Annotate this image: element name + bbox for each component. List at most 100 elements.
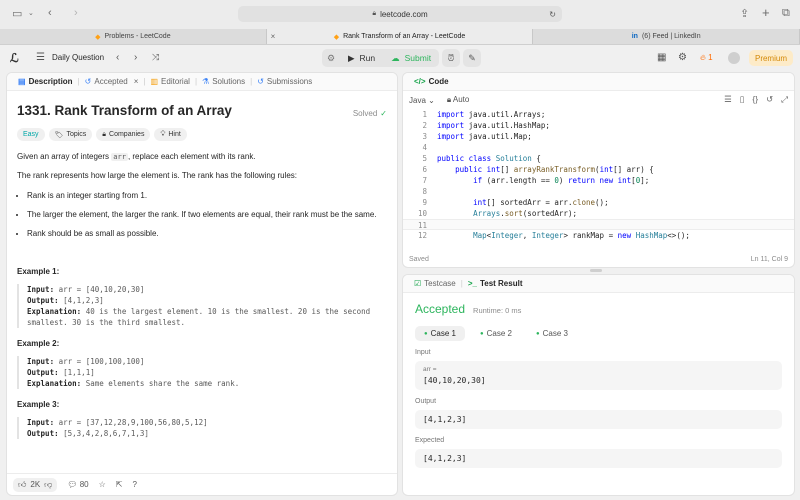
hint-tag[interactable]: 💡︎ Hint (154, 128, 187, 141)
browser-tab-linkedin[interactable]: in (6) Feed | LinkedIn (533, 29, 800, 44)
input-value: arr = [100,100,100] (58, 357, 145, 366)
shuffle-icon[interactable]: ⤨ (152, 52, 159, 63)
browser-tab-problems[interactable]: ◆ Problems - LeetCode (0, 29, 267, 44)
close-tab-icon[interactable]: × (271, 32, 276, 41)
tab-editorial[interactable]: ▥ Editorial (145, 77, 194, 86)
fullscreen-icon[interactable]: ⤢ (781, 94, 788, 105)
favorite-star-icon[interactable]: ☆ (99, 480, 106, 489)
tab-solutions[interactable]: ⚗ Solutions (197, 77, 250, 86)
submit-label: Submit (404, 53, 432, 63)
tag-icon: 🏷︎ (54, 131, 64, 139)
expected-value: [4,1,2,3] (423, 454, 467, 463)
auto-mode-toggle[interactable]: 🔒︎ Auto (447, 95, 470, 105)
thumbs-down-icon[interactable]: 👎︎ (44, 480, 52, 490)
chevron-down-icon[interactable]: ⌄ (28, 9, 34, 17)
case-tab-3[interactable]: ● Case 3 (527, 326, 577, 341)
example-box: Input: arr = [100,100,100] Output: [1,1,… (17, 356, 387, 389)
tab-submissions[interactable]: ↺ Submissions (252, 77, 317, 86)
description-panel: ▤ Description | ↺ Accepted × | ▥ Editorial |… (6, 72, 398, 496)
input-value: arr = [37,12,28,9,100,56,80,5,12] (58, 418, 208, 427)
run-button[interactable]: ▶ Run (340, 53, 383, 64)
address-bar[interactable]: 🔒︎ leetcode.com ↻ (238, 6, 562, 22)
tab-testcase[interactable]: ☑ Testcase (409, 279, 461, 288)
problem-list-icon[interactable]: ☰ (36, 52, 45, 63)
tab-overview-icon[interactable]: ⧉ (782, 7, 790, 20)
book-icon: ▥ (150, 77, 159, 86)
example-1: Example 1: Input: arr = [40,10,20,30] Ou… (17, 267, 387, 328)
runtime-label: Runtime: 0 ms (473, 306, 522, 315)
layout-icon[interactable]: ▦ (657, 52, 666, 63)
avatar[interactable] (728, 52, 740, 64)
code-line: 10 Arrays.sort(sortedArr); (417, 209, 577, 218)
premium-button[interactable]: Premium (749, 50, 793, 66)
code-icon: </> (414, 77, 426, 86)
browser-tab-rank-transform[interactable]: × ◆ Rank Transform of an Array - LeetCod… (266, 29, 534, 44)
problem-title[interactable]: 1331. Rank Transform of an Array (17, 103, 387, 118)
tab-description[interactable]: ▤ Description (13, 77, 78, 86)
comments-button[interactable]: 💬︎ 80 (67, 480, 88, 489)
format-icon[interactable]: ☰ (724, 94, 732, 105)
linkedin-favicon-icon: in (631, 33, 638, 40)
tab-test-result[interactable]: >_ Test Result (463, 279, 528, 288)
timer-button[interactable]: ⏰︎ (442, 49, 460, 67)
braces-icon[interactable]: {} (752, 94, 758, 105)
resize-handle[interactable] (590, 269, 602, 272)
companies-tag[interactable]: 🔒︎ Companies (96, 128, 151, 141)
new-tab-icon[interactable]: + (762, 5, 770, 20)
help-icon[interactable]: ? (132, 480, 136, 489)
streak-counter[interactable]: 🔥︎ 1 (700, 53, 713, 63)
case-tab-1[interactable]: ● Case 1 (415, 326, 465, 341)
tab-code[interactable]: </> Code (409, 77, 454, 86)
thumbs-up-icon[interactable]: 👍︎ (18, 480, 26, 490)
output-value: [4,1,2,3] (423, 415, 467, 424)
code-editor[interactable]: 1 import java.util.Arrays; 2 import java.u… (403, 109, 794, 240)
rule-item: The larger the element, the larger the r… (27, 209, 387, 221)
prev-problem-icon[interactable]: ‹ (116, 52, 119, 63)
pass-dot-icon: ● (424, 330, 428, 337)
example-title: Example 2: (17, 339, 60, 348)
history-icon: ↺ (84, 77, 92, 86)
settings-icon[interactable]: ⚙ (678, 52, 687, 63)
alarm-icon: ⏰︎ (447, 52, 455, 63)
code-line: 4 (422, 143, 427, 152)
solved-label: Solved (352, 109, 378, 118)
code-panel: </> Code Java ⌄ 🔒︎ Auto ☰ ▯ {} ↺ ⤢ 1 impor… (402, 72, 795, 268)
output-value: [5,3,4,2,8,6,7,1,3] (63, 429, 149, 438)
share-icon[interactable]: ⇱ (116, 480, 123, 489)
tag-label: Hint (168, 131, 181, 138)
notes-button[interactable]: ✎ (463, 49, 481, 67)
daily-question-link[interactable]: Daily Question (52, 53, 104, 62)
sidebar-toggle-icon[interactable]: ▭ (12, 7, 22, 20)
back-icon[interactable]: ‹ (48, 7, 52, 19)
code-line: 5 public class Solution { (422, 154, 541, 163)
rules-list: Rank is an integer starting from 1. The … (27, 190, 387, 240)
bookmark-icon[interactable]: ▯ (740, 94, 745, 105)
reset-icon[interactable]: ↺ (766, 94, 773, 105)
submit-button[interactable]: ☁ Submit (383, 53, 439, 64)
check-circle-icon: ✓ (380, 109, 387, 118)
lock-icon: 🔒︎ (102, 130, 107, 138)
next-problem-icon[interactable]: › (134, 52, 137, 63)
example-explanation: Explanation: 40 is the largest element. … (27, 306, 387, 328)
editor-status-bar: Saved Ln 11, Col 9 (403, 251, 794, 267)
case-tab-2[interactable]: ● Case 2 (471, 326, 521, 341)
input-label: Input: (27, 357, 55, 366)
lock-icon: 🔒︎ (372, 10, 377, 17)
code-line: 6 public int[] arrayRankTransform(int[] … (422, 165, 654, 174)
share-icon[interactable]: ⇪ (740, 7, 749, 20)
tab-accepted[interactable]: ↺ Accepted × (80, 77, 144, 86)
code-line-current: 11 (403, 219, 794, 230)
leetcode-logo-icon[interactable]: ℒ (10, 51, 24, 65)
close-icon[interactable]: × (134, 77, 139, 86)
pass-dot-icon: ● (535, 330, 540, 337)
language-select[interactable]: Java ⌄ (409, 96, 435, 105)
input-variable: arr = (423, 366, 437, 373)
leetcode-favicon-icon: ◆ (333, 33, 340, 41)
auto-label: Auto (452, 95, 470, 104)
topics-tag[interactable]: 🏷︎ Topics (48, 128, 93, 141)
example-output: Output: [1,1,1] (27, 367, 387, 378)
problem-description: 1331. Rank Transform of an Array Solved ✓… (7, 91, 397, 449)
forward-icon[interactable]: › (74, 7, 78, 19)
debug-icon[interactable]: ⚙ (322, 53, 340, 64)
reload-icon[interactable]: ↻ (549, 10, 556, 19)
